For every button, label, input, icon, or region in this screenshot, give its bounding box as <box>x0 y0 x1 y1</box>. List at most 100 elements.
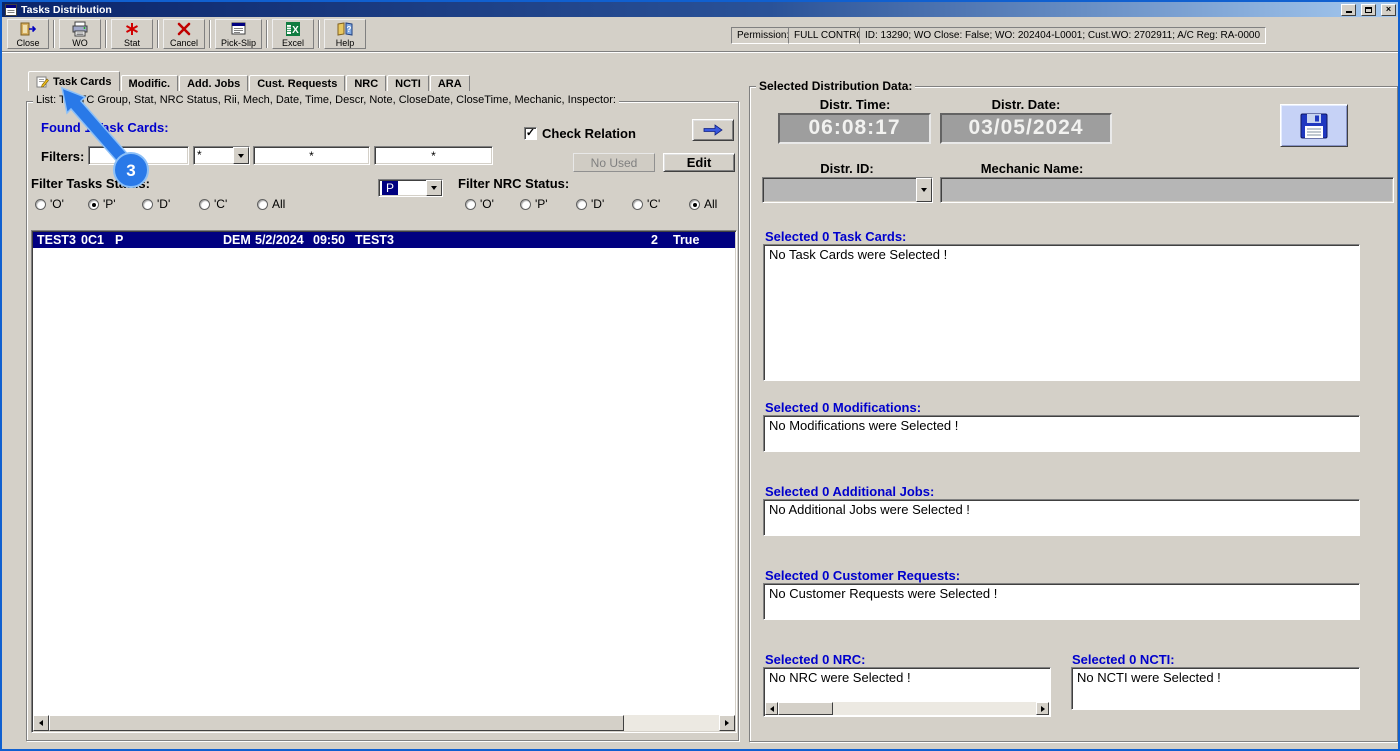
nrc-status-radio-D[interactable]: 'D' <box>576 197 604 211</box>
scroll-left-button[interactable] <box>33 715 49 731</box>
cancel-button[interactable]: Cancel <box>163 19 205 49</box>
list-hscrollbar[interactable] <box>33 715 735 731</box>
stat-button[interactable]: Stat <box>111 19 153 49</box>
scroll-left-icon <box>770 706 774 712</box>
scroll-left-button[interactable] <box>765 702 778 715</box>
save-button[interactable] <box>1280 104 1348 147</box>
distr-date-value: 03/05/2024 <box>968 116 1083 139</box>
filter-input-1[interactable] <box>88 146 189 165</box>
selected-task-cards-message: No Task Cards were Selected ! <box>764 245 1359 264</box>
row-tc: TEST3 <box>37 233 76 247</box>
tab-task-cards[interactable]: Task Cards <box>28 71 120 91</box>
tab-cust-requests[interactable]: Cust. Requests <box>249 75 345 91</box>
filter-input-2[interactable] <box>253 146 370 165</box>
nrc-status-radio-all[interactable]: All <box>689 197 717 211</box>
filter-combo[interactable]: * <box>193 146 250 165</box>
edit-button[interactable]: Edit <box>663 153 735 172</box>
task-status-radio-C[interactable]: 'C' <box>199 197 227 211</box>
excel-button[interactable]: X Excel <box>272 19 314 49</box>
edit-button-label: Edit <box>687 155 712 170</box>
distr-id-value <box>763 178 916 202</box>
mechanic-name-field <box>940 177 1394 203</box>
permission-label-panel: Permission: <box>731 27 795 44</box>
selected-task-cards-title: Selected 0 Task Cards: <box>765 229 906 244</box>
close-window-button[interactable] <box>1381 4 1396 16</box>
scrollbar-thumb[interactable] <box>49 715 624 731</box>
selected-ncti-list[interactable]: No NCTI were Selected ! <box>1071 667 1360 710</box>
scroll-right-button[interactable] <box>1036 702 1049 715</box>
task-status-radio-all[interactable]: All <box>257 197 285 211</box>
nrc-hscrollbar[interactable] <box>765 702 1049 715</box>
task-status-radio-O[interactable]: 'O' <box>35 197 64 211</box>
close-button-label: Close <box>16 38 39 48</box>
selected-ncti-message: No NCTI were Selected ! <box>1072 668 1359 687</box>
toolbar-separator <box>209 20 211 48</box>
titlebar: Tasks Distribution <box>2 2 1398 17</box>
filter-input-3[interactable] <box>374 146 493 165</box>
maximize-button[interactable] <box>1361 4 1376 16</box>
cancel-x-icon <box>176 21 192 37</box>
distr-id-combo[interactable] <box>762 177 933 203</box>
tab-ncti[interactable]: NCTI <box>387 75 429 91</box>
window-title: Tasks Distribution <box>21 3 1336 17</box>
minimize-button[interactable] <box>1341 4 1356 16</box>
tab-cust-requests-label: Cust. Requests <box>257 78 337 90</box>
move-selected-arrow-button[interactable] <box>692 119 734 141</box>
right-arrow-icon <box>702 124 724 136</box>
found-task-cards-label: Found 1 Task Cards: <box>41 120 169 135</box>
row-date: 5/2/2024 <box>255 233 304 247</box>
task-status-combo-dropdown-button[interactable] <box>426 180 442 196</box>
tab-task-cards-label: Task Cards <box>53 76 112 88</box>
selected-additional-jobs-list[interactable]: No Additional Jobs were Selected ! <box>763 499 1360 536</box>
wo-button[interactable]: WO <box>59 19 101 49</box>
tab-add-jobs[interactable]: Add. Jobs <box>179 75 248 91</box>
scroll-left-icon <box>39 720 43 726</box>
mechanic-name-label: Mechanic Name: <box>942 161 1122 176</box>
selected-customer-requests-list[interactable]: No Customer Requests were Selected ! <box>763 583 1360 620</box>
app-window: Tasks Distribution Close WO Stat Cancel … <box>0 0 1400 751</box>
scrollbar-thumb[interactable] <box>778 702 833 715</box>
tab-nrc[interactable]: NRC <box>346 75 386 91</box>
selected-customer-requests-title: Selected 0 Customer Requests: <box>765 568 960 583</box>
task-status-radio-P[interactable]: 'P' <box>88 197 116 211</box>
task-status-radio-D[interactable]: 'D' <box>142 197 170 211</box>
filter-combo-value: * <box>194 147 233 164</box>
scroll-right-button[interactable] <box>719 715 735 731</box>
nrc-status-radio-C[interactable]: 'C' <box>632 197 660 211</box>
selected-nrc-message: No NRC were Selected ! <box>764 668 1050 687</box>
task-list-groupbox: List: TC, TC Group, Stat, NRC Status, Ri… <box>26 101 739 741</box>
radio-selected-icon <box>88 199 99 210</box>
toolbar-separator <box>157 20 159 48</box>
close-button[interactable]: Close <box>7 19 49 49</box>
distr-id-dropdown-button[interactable] <box>916 178 932 202</box>
pick-slip-button-label: Pick-Slip <box>221 38 256 48</box>
nrc-status-radio-all-label: All <box>704 197 717 211</box>
toolbar-separator <box>53 20 55 48</box>
selected-modifications-list[interactable]: No Modifications were Selected ! <box>763 415 1360 452</box>
no-used-button[interactable]: No Used <box>573 153 655 172</box>
tab-add-jobs-label: Add. Jobs <box>187 78 240 90</box>
pick-slip-button[interactable]: Pick-Slip <box>215 19 262 49</box>
help-button[interactable]: ? Help <box>324 19 366 49</box>
task-card-pencil-icon <box>36 76 49 88</box>
tab-modific[interactable]: Modific. <box>121 75 179 91</box>
toolbar-separator <box>318 20 320 48</box>
scrollbar-track[interactable] <box>624 715 719 731</box>
wo-info-panel: ID: 13290; WO Close: False; WO: 202404-L… <box>859 27 1266 44</box>
tab-modific-label: Modific. <box>129 78 171 90</box>
stat-asterisk-icon <box>124 21 140 37</box>
nrc-status-radio-O-label: 'O' <box>480 197 494 211</box>
selected-nrc-list[interactable]: No NRC were Selected ! <box>763 667 1051 717</box>
task-cards-list[interactable]: TEST3 0C1 P DEM 5/2/2024 09:50 TEST3 2 T… <box>31 230 737 733</box>
task-card-row-selected[interactable]: TEST3 0C1 P DEM 5/2/2024 09:50 TEST3 2 T… <box>33 232 735 248</box>
check-relation-checkbox[interactable]: Check Relation <box>524 126 636 141</box>
tab-ara[interactable]: ARA <box>430 75 470 91</box>
task-status-radio-P-label: 'P' <box>103 197 116 211</box>
selected-task-cards-list[interactable]: No Task Cards were Selected ! <box>763 244 1360 381</box>
nrc-status-radio-P[interactable]: 'P' <box>520 197 548 211</box>
nrc-status-radio-O[interactable]: 'O' <box>465 197 494 211</box>
scrollbar-track[interactable] <box>833 702 1036 715</box>
task-status-combo[interactable]: P <box>378 179 443 197</box>
chevron-down-icon <box>238 154 244 158</box>
filter-combo-dropdown-button[interactable] <box>233 147 249 164</box>
